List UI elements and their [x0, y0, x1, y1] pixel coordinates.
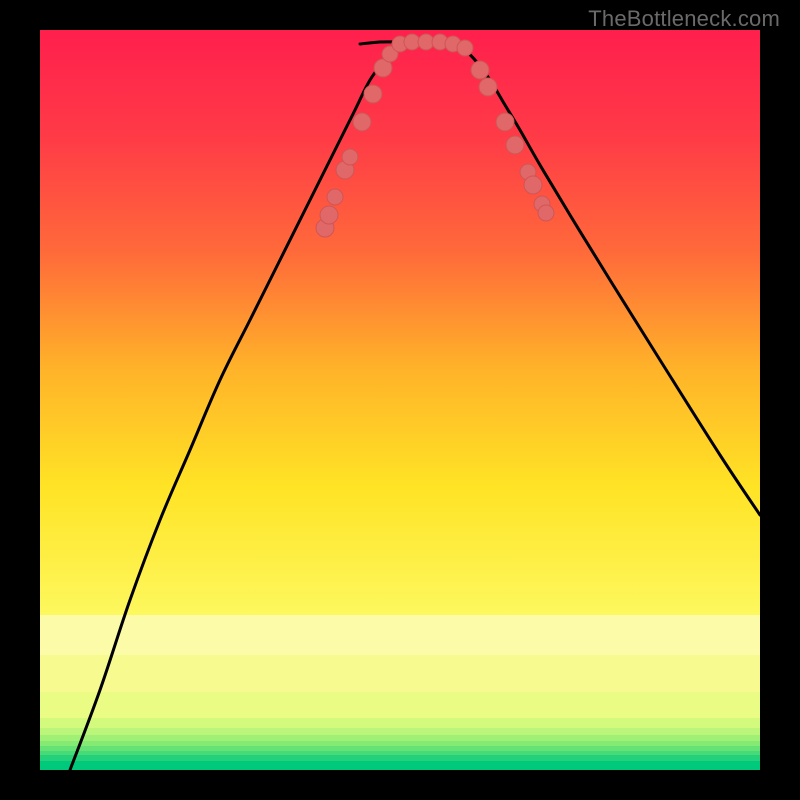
watermark-text: TheBottleneck.com: [588, 6, 780, 32]
data-marker: [496, 113, 514, 131]
data-marker: [342, 149, 358, 165]
data-marker: [524, 176, 542, 194]
marker-group: [316, 34, 554, 237]
data-marker: [506, 136, 524, 154]
data-marker: [538, 205, 554, 221]
chart-frame: TheBottleneck.com: [0, 0, 800, 800]
data-marker: [327, 189, 343, 205]
data-marker: [471, 61, 489, 79]
data-marker: [364, 85, 382, 103]
curve-group: [70, 42, 760, 770]
plot-area: [40, 30, 760, 770]
data-marker: [457, 40, 473, 56]
data-marker: [479, 78, 497, 96]
data-marker: [353, 113, 371, 131]
data-marker: [320, 206, 338, 224]
curve-svg: [40, 30, 760, 770]
